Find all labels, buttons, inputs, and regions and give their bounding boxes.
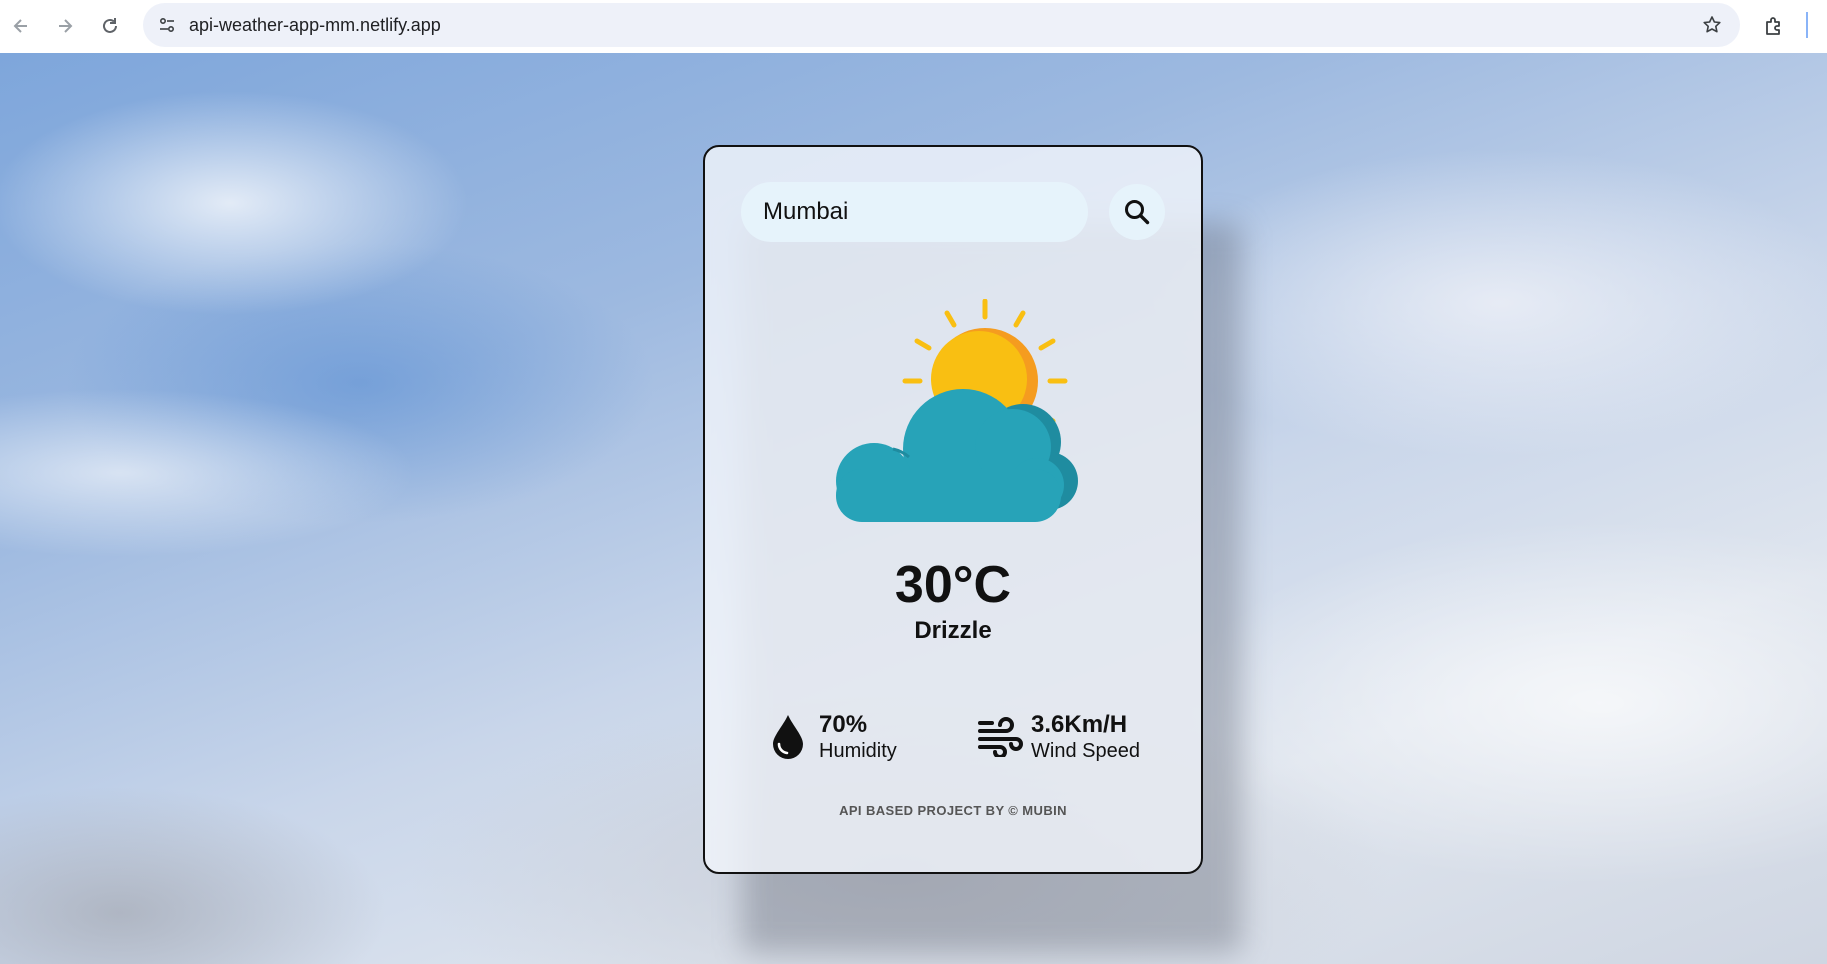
browser-toolbar: api-weather-app-mm.netlify.app <box>0 0 1827 53</box>
arrow-right-icon <box>59 19 73 33</box>
site-info-icon[interactable] <box>153 11 181 39</box>
temperature-value: 30°C <box>894 556 1012 614</box>
search-icon <box>1125 200 1150 225</box>
url-text[interactable]: api-weather-app-mm.netlify.app <box>189 15 441 36</box>
city-search-input[interactable] <box>741 182 1088 242</box>
address-bar[interactable]: api-weather-app-mm.netlify.app <box>143 3 1740 47</box>
puzzle-icon <box>1766 17 1780 35</box>
weather-card: 30°C Drizzle 70% Humidity 3.6Km/H Wind S… <box>703 145 1203 874</box>
footer-credit: API BASED PROJECT BY © MUBIN <box>839 803 1067 818</box>
water-drop-icon <box>763 711 813 763</box>
humidity-detail: 70% Humidity <box>763 707 897 767</box>
forward-button[interactable] <box>47 8 83 44</box>
humidity-text: 70% Humidity <box>819 711 897 763</box>
wind-speed-label: Wind Speed <box>1031 740 1140 762</box>
search-button[interactable] <box>1109 184 1165 240</box>
arrow-left-icon <box>13 19 27 33</box>
reload-icon <box>103 18 117 33</box>
wind-text: 3.6Km/H Wind Speed <box>1031 711 1140 763</box>
humidity-label: Humidity <box>819 740 897 762</box>
reload-button[interactable] <box>92 8 128 44</box>
wind-speed-value: 3.6Km/H <box>1031 711 1128 738</box>
humidity-value: 70% <box>819 711 868 738</box>
sun-behind-cloud-icon <box>836 299 1078 522</box>
wind-detail: 3.6Km/H Wind Speed <box>975 707 1140 767</box>
weather-condition: Drizzle <box>914 617 992 644</box>
profile-indicator <box>1806 12 1808 38</box>
wind-icon <box>975 711 1025 763</box>
back-button[interactable] <box>3 8 39 44</box>
bookmark-star-icon[interactable] <box>1698 11 1726 39</box>
extensions-button[interactable] <box>1756 8 1792 44</box>
